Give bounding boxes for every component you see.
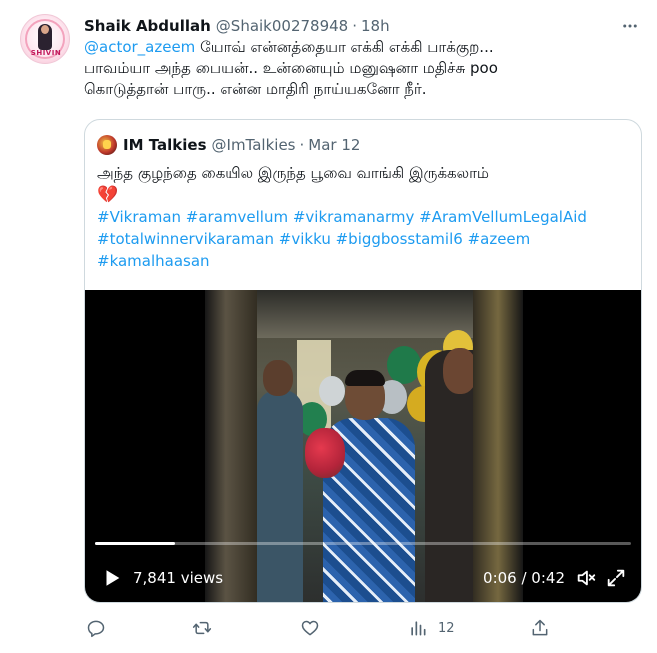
author-name[interactable]: Shaik Abdullah	[84, 17, 211, 35]
video-progress-bar[interactable]	[95, 542, 631, 545]
hashtags-line-2[interactable]: #totalwinnervikaraman #vikku #biggbossta…	[97, 228, 633, 250]
video-frame	[257, 290, 473, 602]
analytics-icon	[411, 621, 426, 636]
author-handle[interactable]: @Shaik00278948	[216, 17, 348, 35]
tweet[interactable]: SHIVIN Shaik Abdullah @Shaik00278948 · 1…	[0, 0, 657, 653]
more-options-button[interactable]	[618, 14, 642, 38]
video-ceiling	[257, 290, 473, 338]
video-blur-right	[473, 290, 523, 602]
tweet-text-line-1-rest: யோவ் என்னத்தையா எக்கி எக்கி பாக்குற...	[195, 38, 494, 56]
views-count: 12	[438, 620, 455, 636]
hashtags-line-3[interactable]: #kamalhaasan	[97, 250, 633, 272]
video-blur-left	[205, 290, 257, 602]
hashtags-line-1[interactable]: #Vikraman #aramvellum #vikramanarmy #Ara…	[97, 206, 633, 228]
tweet-text-line-1: @actor_azeem யோவ் என்னத்தையா எக்கி எக்கி…	[84, 37, 644, 58]
separator-dot: ·	[352, 17, 357, 35]
mention-link[interactable]: @actor_azeem	[84, 38, 195, 56]
broken-heart-emoji: 💔	[97, 185, 119, 205]
fullscreen-icon[interactable]	[605, 567, 627, 589]
video-timecode: 0:06 / 0:42	[483, 569, 565, 587]
video-progress-fill	[95, 542, 176, 545]
quoted-tweet-text: அந்த குழந்தை கையில இருந்த பூவை வாங்கி இர…	[97, 162, 633, 272]
tweet-time[interactable]: 18h	[361, 17, 390, 35]
quoted-tweet-header: IM Talkies @ImTalkies · Mar 12	[97, 134, 360, 156]
video-view-count: 7,841 views	[133, 569, 224, 587]
like-icon	[301, 620, 319, 636]
like-button[interactable]	[300, 616, 320, 640]
quoted-separator-dot: ·	[299, 136, 305, 154]
person-right-head	[443, 348, 473, 394]
quoted-text-line-1: அந்த குழந்தை கையில இருந்த பூவை வாங்கி இர…	[97, 164, 489, 182]
share-icon	[532, 619, 548, 636]
quoted-tweet-time[interactable]: Mar 12	[308, 136, 360, 154]
retweet-button[interactable]	[192, 616, 212, 640]
person-main-hair	[345, 370, 385, 386]
author-avatar[interactable]: SHIVIN	[20, 14, 70, 64]
person-left-head	[263, 360, 293, 396]
volume-icon[interactable]	[575, 567, 597, 589]
reply-icon	[87, 620, 105, 638]
avatar-face	[41, 25, 49, 34]
share-button[interactable]	[530, 616, 550, 640]
tweet-text-line-3: கொடுத்தான் பாரு.. என்ன மாதிரி நாய்யகனோ ந…	[84, 80, 427, 98]
retweet-icon	[192, 621, 212, 635]
quoted-tweet[interactable]: IM Talkies @ImTalkies · Mar 12 அந்த குழந…	[84, 119, 642, 603]
play-icon[interactable]	[101, 567, 123, 589]
reply-button[interactable]	[86, 616, 106, 640]
tweet-text: @actor_azeem யோவ் என்னத்தையா எக்கி எக்கி…	[84, 37, 644, 100]
quoted-author-avatar[interactable]	[97, 135, 117, 155]
avatar-logo-text: SHIVIN	[30, 49, 62, 57]
flower-bouquet	[305, 428, 345, 478]
quoted-author-handle[interactable]: @ImTalkies	[212, 136, 296, 154]
views-button[interactable]: 12	[408, 616, 455, 640]
more-horizontal-icon	[623, 24, 637, 28]
video-player[interactable]: 7,841 views 0:06 / 0:42	[85, 290, 641, 602]
tweet-header: Shaik Abdullah @Shaik00278948 · 18h	[84, 15, 390, 37]
tweet-text-line-2: பாவம்யா அந்த பையன்.. உன்னையும் மனுஷனா மத…	[84, 59, 498, 77]
video-controls: 7,841 views 0:06 / 0:42	[85, 558, 641, 598]
quoted-author-name[interactable]: IM Talkies	[123, 136, 207, 154]
tweet-actions: 12	[84, 614, 554, 642]
